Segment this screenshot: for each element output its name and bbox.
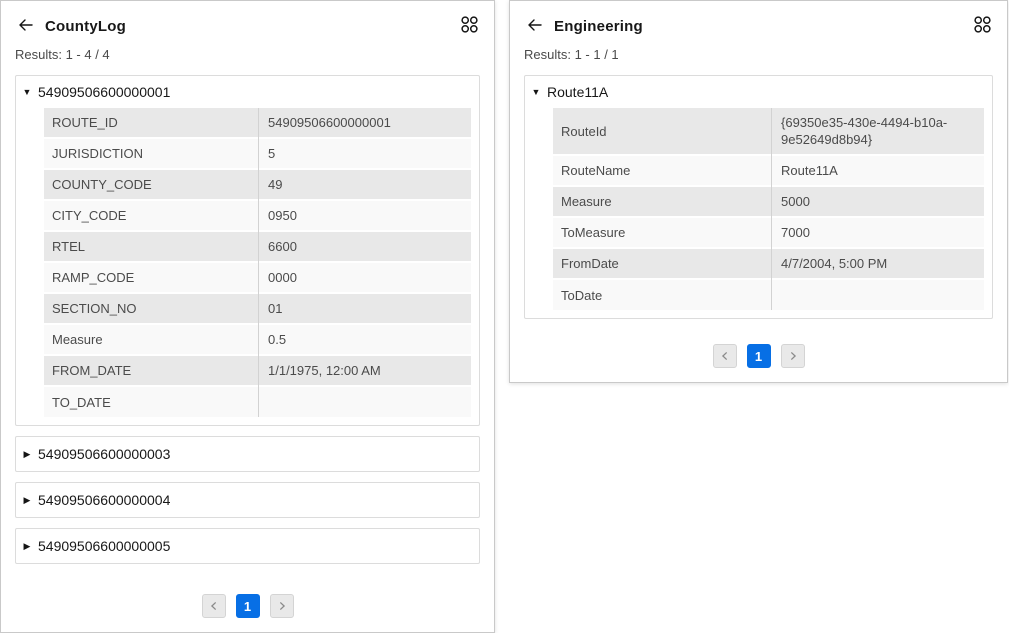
back-button[interactable] [15,16,35,36]
field-label: ToDate [553,280,771,310]
screen: CountyLog Results: 1 - 4 / 4 ▼ 549095066… [0,0,1009,633]
table-row: ToMeasure 7000 [553,218,984,249]
field-label: RTEL [44,232,258,261]
field-value: 0950 [258,201,471,230]
page-1-button[interactable]: 1 [236,594,260,618]
table-row: RouteName Route11A [553,156,984,187]
field-value: 0000 [258,263,471,292]
pagination: 1 [713,324,805,368]
table-row: RouteId {69350e35-430e-4494-b10a-9e52649… [553,108,984,156]
field-value: 5000 [771,187,984,216]
feature-card-collapsed[interactable]: ▶ 54909506600000003 [15,436,480,472]
chevron-left-icon [209,599,219,614]
panel-engineering: Engineering Results: 1 - 1 / 1 ▼ Route11… [509,0,1008,383]
field-label: JURISDICTION [44,139,258,168]
field-label: RAMP_CODE [44,263,258,292]
feature-title: 54909506600000004 [38,492,170,508]
field-label: FROM_DATE [44,356,258,385]
feature-card-collapsed[interactable]: ▶ 54909506600000004 [15,482,480,518]
caret-right-icon: ▶ [22,495,32,506]
field-label: Measure [553,187,771,216]
feature-header[interactable]: ▼ 54909506600000001 [20,81,473,106]
table-row: Measure 5000 [553,187,984,218]
field-value [258,387,471,417]
field-label: COUNTY_CODE [44,170,258,199]
field-value: Route11A [771,156,984,185]
page-title: CountyLog [45,18,126,35]
back-button[interactable] [524,16,544,36]
prev-page-button[interactable] [713,344,737,368]
table-row: FromDate 4/7/2004, 5:00 PM [553,249,984,280]
results-count: Results: 1 - 4 / 4 [15,47,480,62]
field-label: SECTION_NO [44,294,258,323]
field-value: 4/7/2004, 5:00 PM [771,249,984,278]
chevron-left-icon [720,349,730,364]
field-label: CITY_CODE [44,201,258,230]
caret-down-icon: ▼ [22,87,32,97]
field-label: Measure [44,325,258,354]
field-value: 49 [258,170,471,199]
attribute-table: ROUTE_ID 54909506600000001 JURISDICTION … [44,108,471,417]
results-count: Results: 1 - 1 / 1 [524,47,993,62]
feature-title: 54909506600000001 [38,84,170,100]
field-value: 01 [258,294,471,323]
field-value [771,280,984,310]
field-label: TO_DATE [44,387,258,417]
attribute-table: RouteId {69350e35-430e-4494-b10a-9e52649… [553,108,984,310]
next-page-button[interactable] [270,594,294,618]
feature-card-expanded: ▼ 54909506600000001 ROUTE_ID 54909506600… [15,75,480,426]
feature-header: ▶ 54909506600000005 [20,538,473,554]
feature-card-collapsed[interactable]: ▶ 54909506600000005 [15,528,480,564]
field-value: 54909506600000001 [258,108,471,137]
panel-header: CountyLog [15,15,480,37]
panel-header: Engineering [524,15,993,37]
chevron-right-icon [788,349,798,364]
feature-header: ▶ 54909506600000003 [20,446,473,462]
prev-page-button[interactable] [202,594,226,618]
field-label: ROUTE_ID [44,108,258,137]
page-1-button[interactable]: 1 [747,344,771,368]
next-page-button[interactable] [781,344,805,368]
back-arrow-icon [17,17,34,36]
field-value: 1/1/1975, 12:00 AM [258,356,471,385]
apps-grid-icon [460,15,479,37]
field-value: 7000 [771,218,984,247]
panel-countylog: CountyLog Results: 1 - 4 / 4 ▼ 549095066… [0,0,495,633]
column-divider [771,108,772,310]
feature-title: Route11A [547,84,608,100]
column-divider [258,108,259,417]
caret-down-icon: ▼ [531,87,541,97]
feature-header: ▶ 54909506600000004 [20,492,473,508]
back-arrow-icon [526,17,543,36]
field-value: 0.5 [258,325,471,354]
feature-title: 54909506600000005 [38,538,170,554]
field-value: 5 [258,139,471,168]
caret-right-icon: ▶ [22,541,32,552]
pagination: 1 [202,574,294,618]
apps-grid-icon [973,15,992,37]
feature-header[interactable]: ▼ Route11A [529,81,986,106]
chevron-right-icon [277,599,287,614]
field-label: RouteId [553,108,771,154]
page-title: Engineering [554,18,643,35]
dock-button[interactable] [971,15,993,37]
feature-card-expanded: ▼ Route11A RouteId {69350e35-430e-4494-b… [524,75,993,319]
field-label: RouteName [553,156,771,185]
dock-button[interactable] [458,15,480,37]
field-label: ToMeasure [553,218,771,247]
field-label: FromDate [553,249,771,278]
feature-title: 54909506600000003 [38,446,170,462]
table-row: ToDate [553,280,984,310]
field-value: {69350e35-430e-4494-b10a-9e52649d8b94} [771,108,984,154]
field-value: 6600 [258,232,471,261]
caret-right-icon: ▶ [22,449,32,460]
